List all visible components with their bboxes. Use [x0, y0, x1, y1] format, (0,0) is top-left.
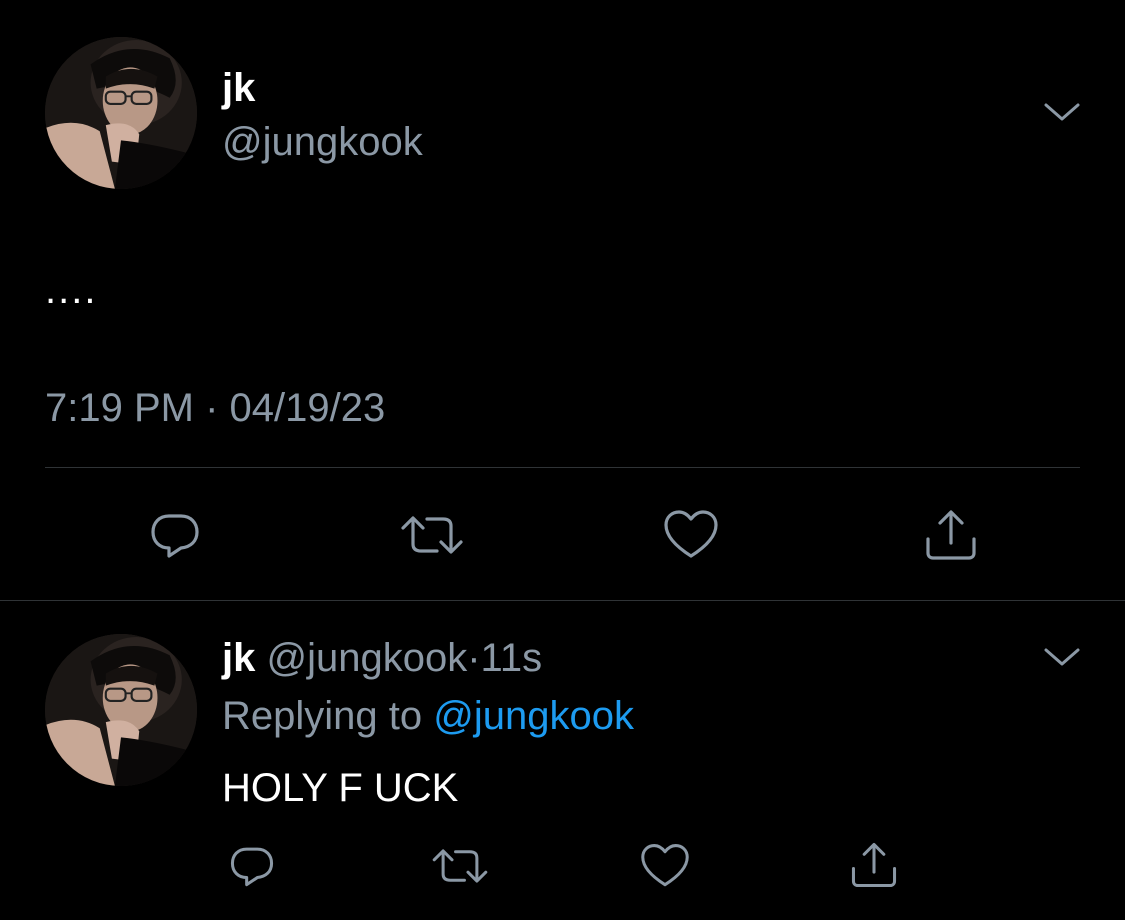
replying-to: Replying to @jungkook: [222, 690, 634, 742]
reply-button[interactable]: [220, 838, 284, 894]
reply-icon: [230, 847, 274, 887]
tweet-text: HOLY F UCK: [222, 766, 459, 810]
user-handle[interactable]: @jungkook: [222, 116, 423, 168]
profile-photo: [45, 634, 197, 786]
share-icon: [926, 510, 976, 560]
retweet-icon: [401, 516, 463, 554]
tweet-time[interactable]: 11s: [481, 636, 543, 680]
replying-prefix: Replying to: [222, 694, 423, 738]
share-icon: [851, 842, 897, 888]
display-name[interactable]: jk: [222, 636, 255, 680]
reply-button[interactable]: [140, 505, 210, 565]
heart-icon: [641, 844, 689, 887]
retweet-button[interactable]: [428, 838, 492, 894]
display-name[interactable]: jk: [222, 62, 255, 114]
share-button[interactable]: [842, 836, 906, 894]
avatar[interactable]: [45, 37, 197, 189]
avatar[interactable]: [45, 634, 197, 786]
profile-photo: [45, 37, 197, 189]
like-button[interactable]: [656, 505, 726, 565]
reply-icon: [151, 514, 199, 558]
like-button[interactable]: [633, 838, 697, 894]
heart-icon: [664, 510, 718, 558]
tweet-text: ....: [45, 268, 98, 312]
chevron-down-icon[interactable]: [1042, 645, 1082, 669]
retweet-icon: [432, 849, 488, 883]
retweet-button[interactable]: [397, 505, 467, 565]
separator-dot: ·: [467, 636, 481, 680]
tweet-timestamp[interactable]: 7:19 PM · 04/19/23: [45, 380, 385, 436]
mention-link[interactable]: @jungkook: [433, 694, 634, 738]
divider: [0, 600, 1125, 601]
reply-header: jk @jungkook·11s: [222, 632, 542, 684]
chevron-down-icon[interactable]: [1042, 100, 1082, 124]
user-handle[interactable]: @jungkook: [266, 636, 467, 680]
divider: [45, 467, 1080, 468]
share-button[interactable]: [916, 505, 986, 565]
